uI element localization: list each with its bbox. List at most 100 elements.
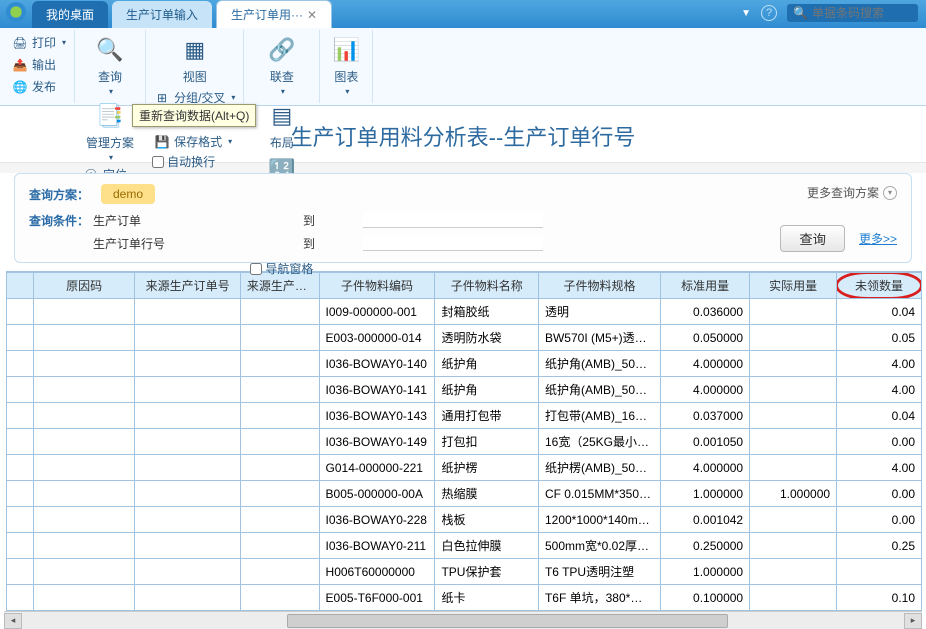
magnify-icon: 🔍 — [94, 34, 126, 66]
cell-spec: 500mm宽*0.02厚… — [538, 533, 660, 559]
run-query-button[interactable]: 查询 — [780, 225, 845, 252]
cell — [135, 403, 241, 429]
cell-spec: BW570I (M5+)透… — [538, 325, 660, 351]
cell-act — [750, 455, 837, 481]
table-row[interactable]: I036-BOWAY0-228栈板1200*1000*140m…0.001042… — [7, 507, 922, 533]
col-act-qty[interactable]: 实际用量 — [750, 273, 837, 299]
cell-spec: CF 0.015MM*350… — [538, 481, 660, 507]
cell-std: 0.036000 — [661, 299, 750, 325]
col-item-name[interactable]: 子件物料名称 — [435, 273, 539, 299]
cell-spec: 透明 — [538, 299, 660, 325]
cell — [7, 325, 34, 351]
col-item-spec[interactable]: 子件物料规格 — [538, 273, 660, 299]
tooltip-requery: 重新查询数据(Alt+Q) — [132, 104, 256, 127]
cell-name: TPU保护套 — [435, 559, 539, 585]
scheme-chip-demo[interactable]: demo — [101, 184, 155, 204]
publish-button[interactable]: 🌐发布 — [8, 76, 70, 97]
table-row[interactable]: E005-T6F000-001纸卡T6F 单坑，380*…0.1000000.1… — [7, 585, 922, 611]
cell-spec: 纸护角(AMB)_50… — [538, 351, 660, 377]
scheme-label: 查询方案： — [29, 186, 93, 203]
cell — [7, 403, 34, 429]
scroll-left-icon[interactable]: ◂ — [4, 613, 22, 629]
cell-code: I036-BOWAY0-228 — [319, 507, 435, 533]
chevron-down-icon: ▾ — [883, 186, 897, 200]
label: 更多查询方案 — [807, 184, 879, 201]
cell — [33, 559, 134, 585]
table-row[interactable]: I036-BOWAY0-143通用打包带打包带(AMB)_16…0.037000… — [7, 403, 922, 429]
autowrap-checkbox[interactable]: 自动换行 — [150, 152, 239, 171]
field1-to-input[interactable] — [363, 213, 543, 228]
link-button[interactable]: 🔗联查▾ — [248, 32, 315, 98]
col-src-order[interactable]: 来源生产订单号 — [135, 273, 241, 299]
table-row[interactable]: G014-000000-221纸护楞纸护楞(AMB)_50…4.0000004.… — [7, 455, 922, 481]
cell-un: 0.25 — [837, 533, 922, 559]
cell — [33, 585, 134, 611]
save-format-button[interactable]: 💾保存格式▾ — [150, 131, 239, 152]
tab-order-usage[interactable]: 生产订单用··· ✕ — [216, 0, 332, 28]
export-button[interactable]: 📤输出 — [8, 54, 70, 75]
table-row[interactable]: I036-BOWAY0-149打包扣16宽（25KG最小…0.0010500.0… — [7, 429, 922, 455]
cell — [240, 299, 319, 325]
cell — [33, 455, 134, 481]
cell-spec: 纸护楞(AMB)_50… — [538, 455, 660, 481]
ribbon: 🖨打印▾ 📤输出 🌐发布 🔍查询▾ 📑管理方案▾ ⦿定位 ▽筛选▾ ⏷过滤 ▦视… — [0, 28, 926, 106]
cell — [135, 533, 241, 559]
tab-order-input[interactable]: 生产订单输入 — [112, 1, 212, 28]
chart-button[interactable]: 📊图表▾ — [324, 32, 368, 98]
cell — [7, 351, 34, 377]
cell — [135, 455, 241, 481]
cell-code: I036-BOWAY0-149 — [319, 429, 435, 455]
scroll-track[interactable] — [22, 613, 904, 629]
table-row[interactable]: E003-000000-014透明防水袋BW570I (M5+)透…0.0500… — [7, 325, 922, 351]
col-blank[interactable] — [7, 273, 34, 299]
col-unclaimed-qty[interactable]: 未领数量 — [837, 273, 922, 299]
cell-name: 热缩膜 — [435, 481, 539, 507]
print-button[interactable]: 🖨打印▾ — [8, 32, 70, 53]
cell — [240, 325, 319, 351]
table-row[interactable]: H006T60000000TPU保护套T6 TPU透明注塑1.000000 — [7, 559, 922, 585]
close-icon[interactable]: ✕ — [307, 8, 317, 22]
cell — [135, 429, 241, 455]
view-button[interactable]: ▦视图 — [150, 32, 239, 87]
cell-code: I036-BOWAY0-140 — [319, 351, 435, 377]
cell-act — [750, 429, 837, 455]
more-link[interactable]: 更多>> — [859, 230, 897, 247]
label: 联查 — [270, 68, 294, 85]
cell-name: 纸护楞 — [435, 455, 539, 481]
cell — [135, 351, 241, 377]
scroll-right-icon[interactable]: ▸ — [904, 613, 922, 629]
cell-std: 4.000000 — [661, 455, 750, 481]
layout-button[interactable]: ▤布局 — [248, 98, 315, 153]
barcode-search-input[interactable] — [812, 6, 912, 20]
cell-name: 白色拉伸膜 — [435, 533, 539, 559]
table-row[interactable]: I036-BOWAY0-141纸护角纸护角(AMB)_50…4.0000004.… — [7, 377, 922, 403]
cell — [135, 377, 241, 403]
more-scheme-button[interactable]: 更多查询方案 ▾ — [807, 184, 897, 201]
cell-std: 4.000000 — [661, 351, 750, 377]
cell — [33, 325, 134, 351]
tab-label: 生产订单输入 — [126, 6, 198, 23]
tab-label: 生产订单用··· — [231, 6, 303, 23]
col-std-qty[interactable]: 标准用量 — [661, 273, 750, 299]
table-row[interactable]: I009-000000-001封箱胶纸透明0.0360000.04 — [7, 299, 922, 325]
cell — [240, 351, 319, 377]
query-button[interactable]: 🔍查询▾ — [79, 32, 141, 98]
field2-to-input[interactable] — [363, 236, 543, 251]
scroll-thumb[interactable] — [287, 614, 728, 628]
cell-un: 0.00 — [837, 429, 922, 455]
barcode-search[interactable]: 🔍 — [787, 4, 918, 22]
table-row[interactable]: I036-BOWAY0-211白色拉伸膜500mm宽*0.02厚…0.25000… — [7, 533, 922, 559]
dropdown-icon[interactable]: ▼ — [741, 8, 751, 19]
scheme-icon: 📑 — [94, 100, 126, 132]
table-row[interactable]: B005-000000-00A热缩膜CF 0.015MM*350…1.00000… — [7, 481, 922, 507]
export-icon: 📤 — [12, 57, 28, 73]
label: 保存格式 — [174, 133, 222, 150]
data-table: 原因码 来源生产订单号 来源生产订单行号 子件物料编码 子件物料名称 子件物料规… — [6, 272, 922, 611]
cell — [240, 455, 319, 481]
table-row[interactable]: I036-BOWAY0-140纸护角纸护角(AMB)_50…4.0000004.… — [7, 351, 922, 377]
col-reason[interactable]: 原因码 — [33, 273, 134, 299]
col-item-code[interactable]: 子件物料编码 — [319, 273, 435, 299]
horizontal-scrollbar[interactable]: ◂ ▸ — [4, 611, 922, 629]
tab-desktop[interactable]: 我的桌面 — [32, 1, 108, 28]
help-icon[interactable]: ? — [761, 5, 777, 21]
